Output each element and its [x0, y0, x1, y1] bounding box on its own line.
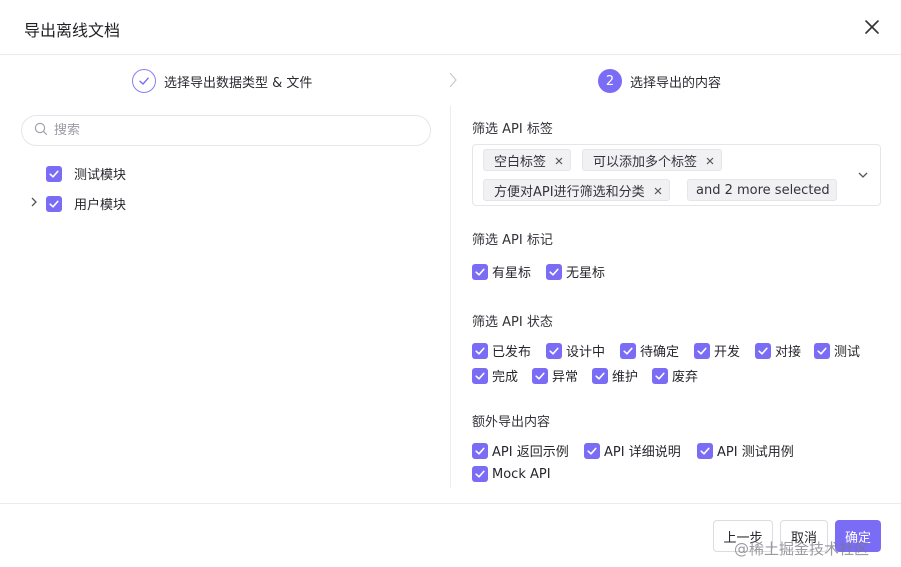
module-tree-pane: 测试模块 用户模块	[0, 106, 451, 488]
checkbox-status[interactable]: 废弃	[652, 366, 698, 385]
checkbox-checked-icon[interactable]	[584, 442, 600, 459]
step-1[interactable]: 选择导出数据类型 & 文件	[132, 69, 312, 93]
step-2-number: 2	[598, 69, 622, 93]
check-icon	[132, 69, 156, 93]
marks-section-title: 筛选 API 标记	[472, 233, 553, 248]
checkbox-mock-api[interactable]: Mock API	[472, 466, 551, 482]
checkbox-status[interactable]: 异常	[532, 366, 578, 385]
checkbox-label: 对接	[775, 345, 802, 360]
checkbox-label: 有星标	[492, 266, 532, 281]
checkbox-status[interactable]: 完成	[472, 366, 518, 385]
export-options-pane: 筛选 API 标签 空白标签 可以添加多个标签 方便对API进行筛选和分类 an…	[472, 106, 882, 488]
remove-tag-icon[interactable]	[653, 185, 663, 195]
checkbox-status[interactable]: 待确定	[620, 341, 679, 360]
chevron-right-icon	[446, 70, 460, 90]
search-input[interactable]	[54, 123, 394, 138]
checkbox-checked-icon[interactable]	[755, 342, 771, 359]
checkbox-label: 无星标	[566, 266, 606, 281]
checkbox-checked-icon[interactable]	[697, 442, 713, 459]
dialog-header: 导出离线文档	[0, 0, 901, 55]
checkbox-label: API 测试用例	[717, 445, 794, 460]
checkbox-label: 废弃	[672, 370, 699, 385]
checkbox-unstarred[interactable]: 无星标	[546, 262, 605, 281]
checkbox-checked-icon[interactable]	[46, 195, 62, 212]
tag-chip: 空白标签	[483, 149, 572, 171]
tree-item-label: 测试模块	[74, 168, 127, 183]
tags-section-title: 筛选 API 标签	[472, 122, 553, 137]
chevron-right-icon[interactable]	[28, 196, 40, 208]
checkbox-starred[interactable]: 有星标	[472, 262, 531, 281]
checkbox-test-cases[interactable]: API 测试用例	[697, 441, 794, 460]
tree-item-test-module[interactable]: 测试模块	[46, 164, 126, 183]
tag-chip: 可以添加多个标签	[582, 149, 723, 171]
checkbox-label: 测试	[834, 345, 861, 360]
close-icon[interactable]	[862, 17, 882, 37]
checkbox-label: 异常	[552, 370, 579, 385]
checkbox-checked-icon[interactable]	[472, 367, 488, 384]
checkbox-status[interactable]: 对接	[755, 341, 801, 360]
checkbox-label: API 返回示例	[492, 445, 569, 460]
watermark: @稀土掘金技术社区	[734, 540, 870, 558]
checkbox-checked-icon[interactable]	[546, 342, 562, 359]
checkbox-checked-icon[interactable]	[472, 263, 488, 280]
status-section-title: 筛选 API 状态	[472, 315, 553, 330]
checkbox-label: 维护	[612, 370, 639, 385]
checkbox-status[interactable]: 设计中	[546, 341, 605, 360]
export-offline-doc-dialog: 导出离线文档 选择导出数据类型 & 文件 2 选择导出的内容 搜索 测试模块 用…	[0, 0, 901, 567]
tag-label: 可以添加多个标签	[593, 154, 698, 170]
checkbox-status[interactable]: 维护	[592, 366, 638, 385]
checkbox-checked-icon[interactable]	[46, 165, 62, 182]
checkbox-checked-icon[interactable]	[546, 263, 562, 280]
more-selected-chip: and 2 more selected	[687, 179, 837, 201]
more-selected-label: and 2 more selected	[696, 182, 830, 198]
checkbox-label: Mock API	[492, 466, 551, 482]
steps-bar: 选择导出数据类型 & 文件 2 选择导出的内容	[0, 56, 901, 106]
checkbox-label: 待确定	[640, 345, 680, 360]
remove-tag-icon[interactable]	[705, 155, 715, 165]
checkbox-checked-icon[interactable]	[472, 442, 488, 459]
checkbox-label: API 详细说明	[604, 445, 681, 460]
checkbox-checked-icon[interactable]	[814, 342, 830, 359]
tree-item-label: 用户模块	[74, 198, 127, 213]
checkbox-checked-icon[interactable]	[652, 367, 668, 384]
checkbox-status[interactable]: 开发	[694, 341, 740, 360]
tags-multiselect[interactable]: 空白标签 可以添加多个标签 方便对API进行筛选和分类 and 2 more s…	[472, 144, 881, 206]
checkbox-checked-icon[interactable]	[694, 342, 710, 359]
chevron-down-icon[interactable]	[857, 169, 869, 181]
remove-tag-icon[interactable]	[554, 155, 564, 165]
extra-section-title: 额外导出内容	[472, 415, 551, 430]
search-icon	[34, 122, 48, 140]
tag-label: 空白标签	[494, 154, 547, 170]
checkbox-label: 完成	[492, 370, 519, 385]
checkbox-checked-icon[interactable]	[592, 367, 608, 384]
dialog-title: 导出离线文档	[24, 21, 121, 40]
checkbox-api-details[interactable]: API 详细说明	[584, 441, 681, 460]
search-box[interactable]	[21, 115, 431, 146]
step-1-label: 选择导出数据类型 & 文件	[164, 75, 313, 91]
step-2-label: 选择导出的内容	[630, 75, 722, 91]
step-2[interactable]: 2 选择导出的内容	[598, 69, 721, 93]
checkbox-checked-icon[interactable]	[532, 367, 548, 384]
checkbox-response-example[interactable]: API 返回示例	[472, 441, 569, 460]
checkbox-checked-icon[interactable]	[472, 342, 488, 359]
checkbox-label: 已发布	[492, 345, 532, 360]
checkbox-status[interactable]: 已发布	[472, 341, 531, 360]
checkbox-checked-icon[interactable]	[472, 466, 488, 482]
checkbox-label: 开发	[714, 345, 741, 360]
tree-item-user-module[interactable]: 用户模块	[46, 194, 126, 213]
checkbox-label: 设计中	[566, 345, 606, 360]
checkbox-checked-icon[interactable]	[620, 342, 636, 359]
tag-label: 方便对API进行筛选和分类	[494, 184, 645, 200]
checkbox-status[interactable]: 测试	[814, 341, 860, 360]
tag-chip: 方便对API进行筛选和分类	[483, 179, 670, 201]
